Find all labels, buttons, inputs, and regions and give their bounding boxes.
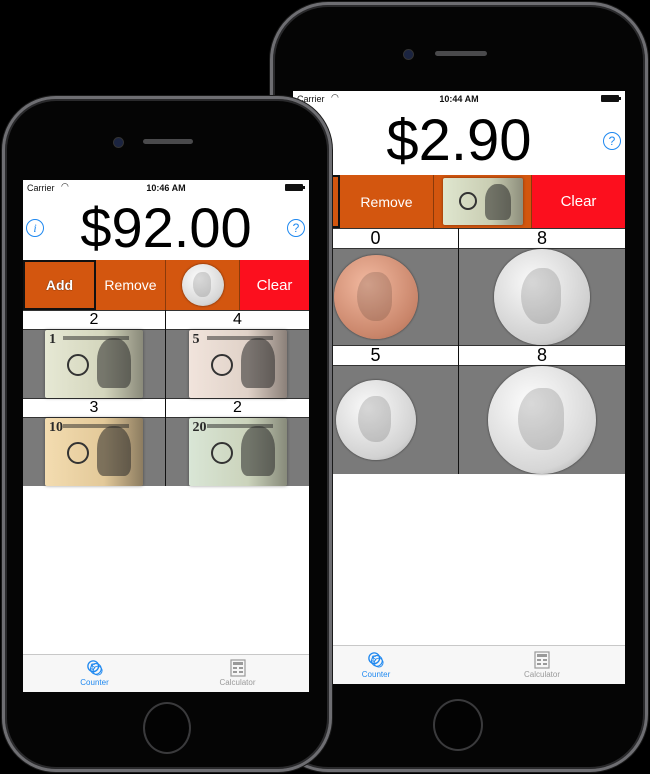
item-count: 8	[459, 345, 625, 366]
clear-button[interactable]: Clear	[240, 260, 309, 310]
total-display: i $92.00 ?	[23, 196, 309, 260]
tab-label: Counter	[80, 678, 109, 687]
grid-cell-nickel[interactable]: 8	[459, 228, 625, 345]
item-count: 8	[459, 228, 625, 249]
one-dollar-bill-icon: 1	[45, 330, 143, 398]
coin-grid: 0 8 5 8	[293, 228, 625, 474]
total-amount: $92.00	[80, 196, 252, 259]
grid-cell-quarter[interactable]: 8	[459, 345, 625, 474]
item-count: 2	[23, 310, 165, 330]
battery-icon	[601, 95, 621, 102]
help-icon[interactable]: ?	[603, 132, 621, 150]
grid-cell-five-dollar[interactable]: 4 5	[166, 310, 309, 398]
twenty-dollar-bill-icon	[442, 178, 523, 225]
add-button[interactable]: Add	[23, 260, 96, 310]
twenty-dollar-bill-icon: 20	[188, 418, 287, 486]
status-bar: Carrier ◠ 10:44 AM	[293, 91, 625, 107]
svg-text:$: $	[372, 654, 377, 663]
tab-bar: $ Counter Calculator	[23, 654, 309, 692]
selected-item-preview[interactable]	[434, 175, 532, 228]
coins-icon: $	[86, 660, 103, 676]
quarter-icon	[181, 264, 224, 306]
earpiece-speaker	[435, 51, 487, 56]
total-amount: $2.90	[386, 108, 532, 173]
front-camera	[113, 137, 124, 148]
status-bar: Carrier ◠ 10:46 AM	[23, 180, 309, 196]
tab-label: Calculator	[219, 678, 256, 687]
five-dollar-bill-icon: 5	[188, 330, 287, 398]
coins-icon: $	[368, 651, 384, 668]
help-icon[interactable]: ?	[287, 219, 305, 237]
home-button[interactable]	[143, 702, 191, 754]
screen: Carrier ◠ 10:44 AM $2.90 ? Add Remove Cl…	[293, 91, 625, 684]
screen: Carrier ◠ 10:46 AM i $92.00 ? Add Remove…	[23, 180, 309, 692]
action-bar: Add Remove Clear	[23, 260, 309, 310]
nickel-icon	[494, 249, 590, 345]
info-icon[interactable]: i	[26, 219, 44, 237]
remove-button[interactable]: Remove	[340, 175, 434, 228]
bill-grid: 2 1 4 5 3 10 2 20	[23, 310, 309, 486]
grid-cell-twenty-dollar[interactable]: 2 20	[166, 398, 309, 486]
remove-button[interactable]: Remove	[96, 260, 166, 310]
item-count: 4	[166, 310, 309, 330]
tab-bar: $ Counter Calculator	[293, 645, 625, 684]
total-display: $2.90 ?	[293, 107, 625, 175]
svg-text:$: $	[90, 662, 95, 671]
ten-dollar-bill-icon: 10	[45, 418, 143, 486]
calculator-icon	[229, 659, 246, 677]
tab-calculator[interactable]: Calculator	[166, 655, 309, 692]
earpiece-speaker	[143, 139, 193, 144]
dime-icon	[335, 380, 416, 460]
status-time: 10:44 AM	[439, 94, 479, 104]
tab-calculator[interactable]: Calculator	[459, 646, 625, 684]
grid-cell-one-dollar[interactable]: 2 1	[23, 310, 166, 398]
phone-left: Carrier ◠ 10:46 AM i $92.00 ? Add Remove…	[2, 96, 332, 772]
quarter-icon	[488, 366, 596, 474]
penny-icon	[333, 255, 418, 339]
grid-cell-ten-dollar[interactable]: 3 10	[23, 398, 166, 486]
selected-item-preview[interactable]	[166, 260, 240, 310]
battery-icon	[285, 184, 305, 191]
tab-label: Calculator	[523, 669, 560, 679]
status-time: 10:46 AM	[146, 183, 186, 193]
item-count: 2	[166, 398, 309, 418]
action-bar: Add Remove Clear	[293, 175, 625, 228]
front-camera	[403, 49, 414, 60]
home-button[interactable]	[433, 699, 483, 751]
calculator-icon	[534, 650, 550, 669]
tab-label: Counter	[361, 669, 391, 679]
clear-button[interactable]: Clear	[532, 175, 625, 228]
tab-counter[interactable]: $ Counter	[23, 655, 166, 692]
item-count: 3	[23, 398, 165, 418]
